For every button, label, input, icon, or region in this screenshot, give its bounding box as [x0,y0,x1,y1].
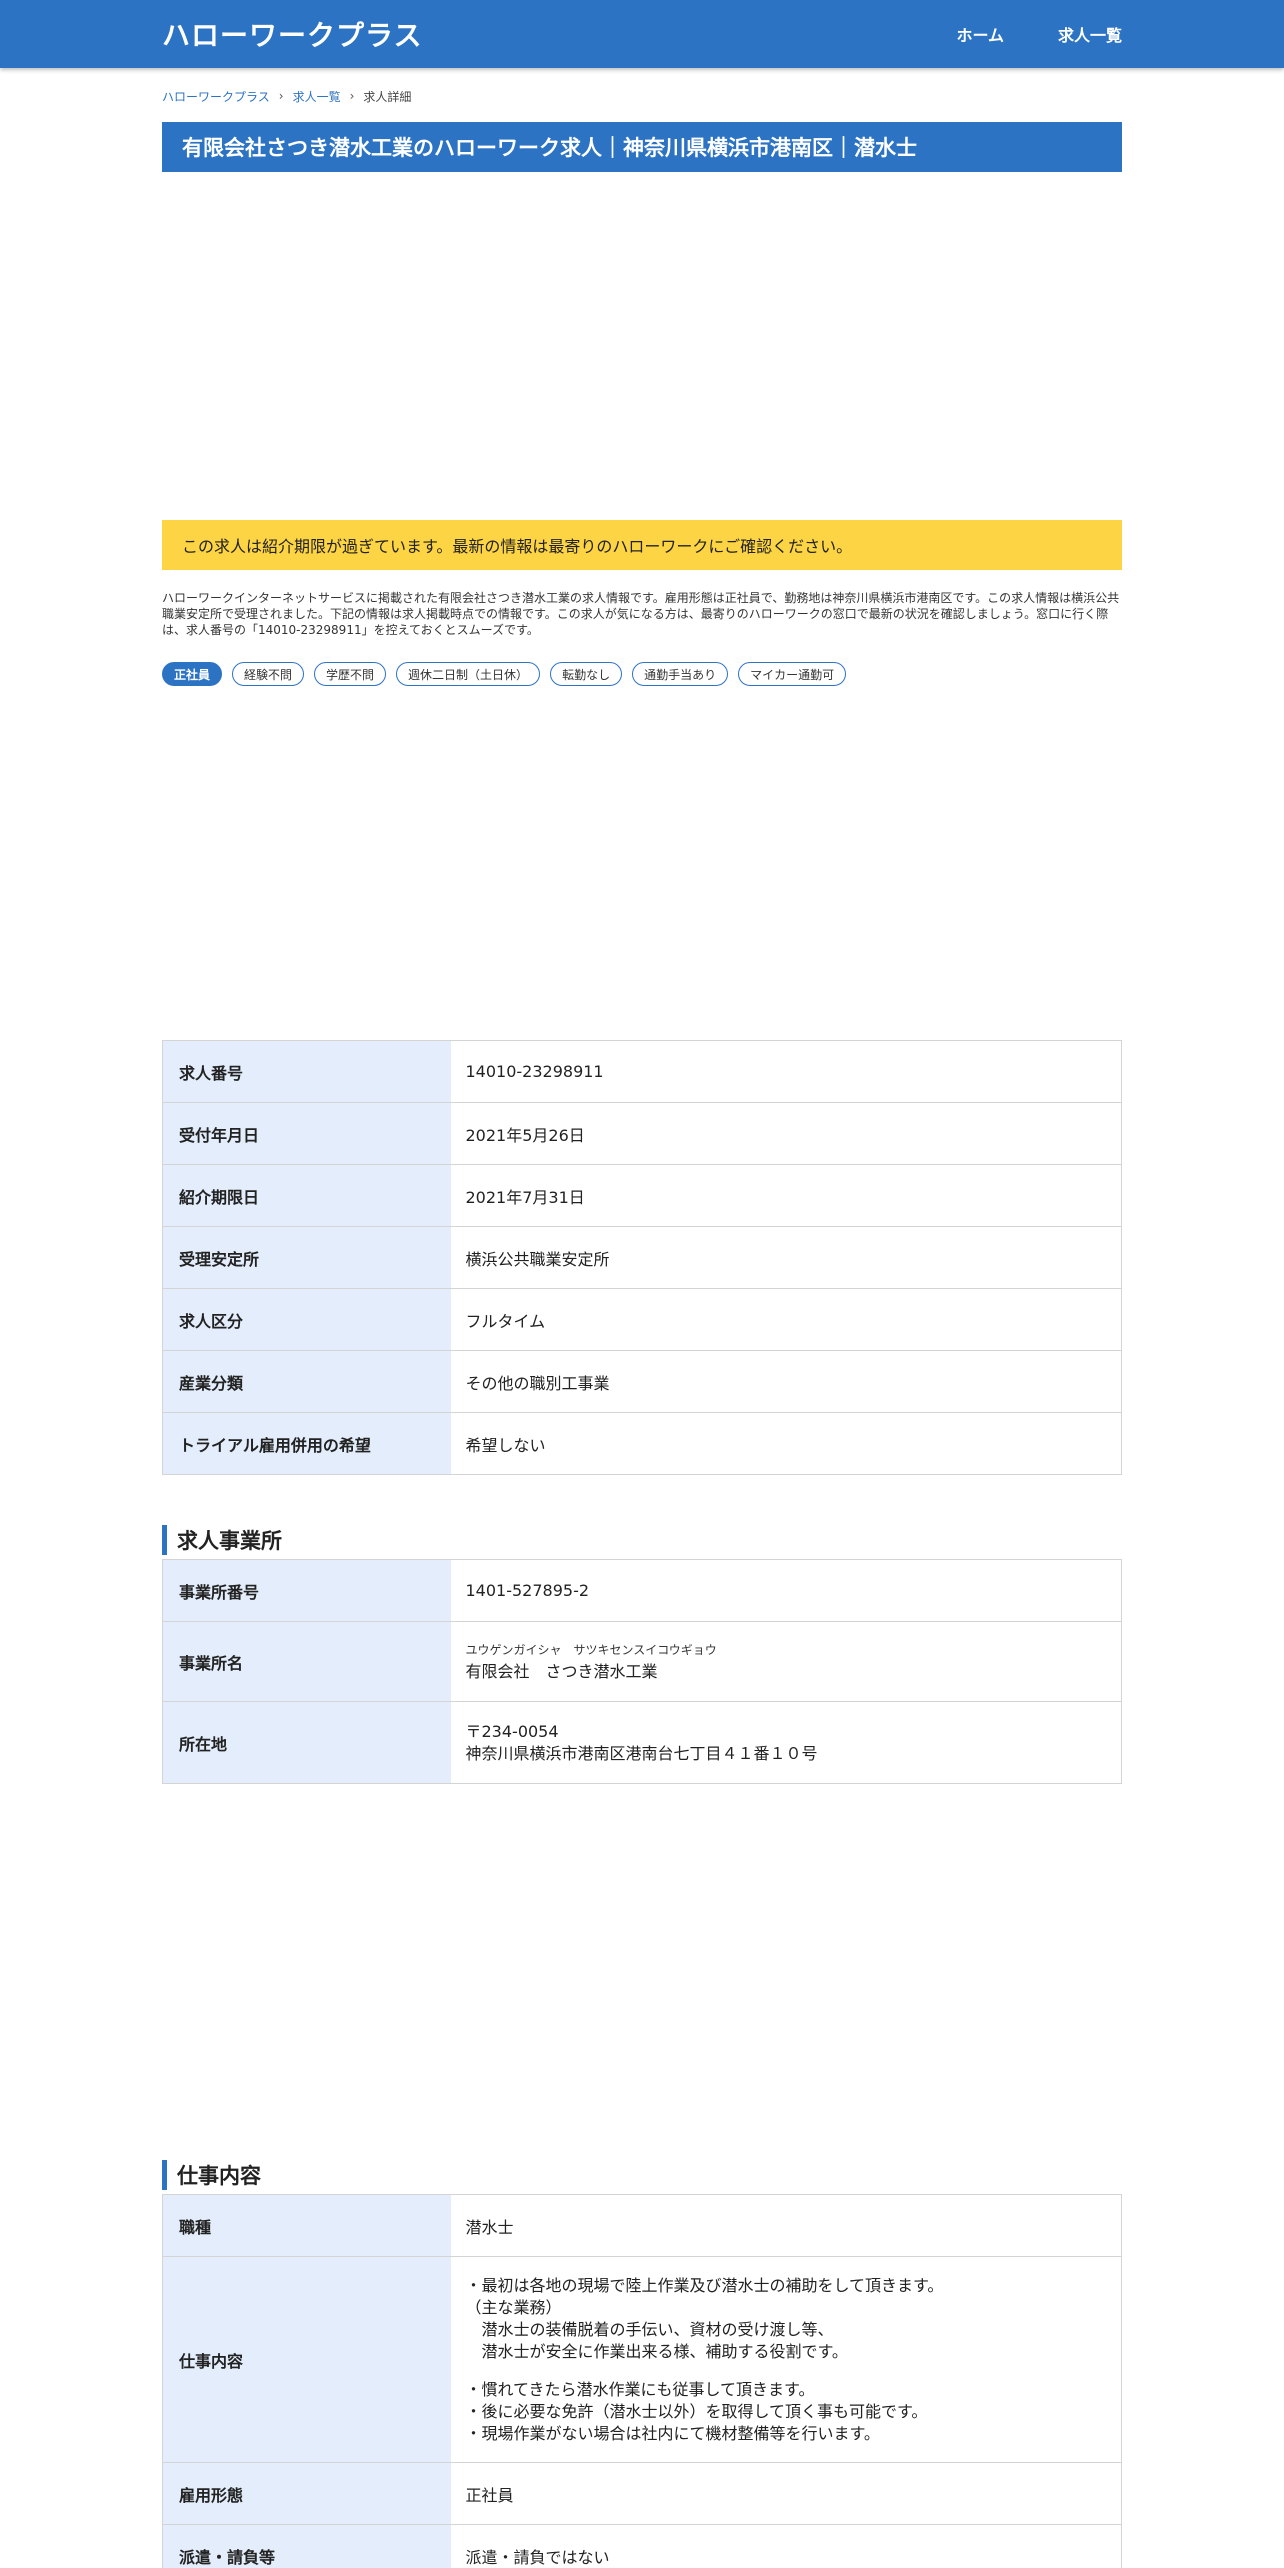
ad-space [162,1784,1122,2160]
office-number-value: 1401-527895-2 [450,1559,1122,1622]
address-value: 神奈川県横浜市港南区港南台七丁目４１番１０号 [465,1743,818,1763]
table-row: トライアル雇用併用の希望 希望しない [162,1412,1122,1475]
content-line: ・現場作業がない場合は社内にて機材整備等を行います。 [465,2423,880,2443]
table-row: 仕事内容 ・最初は各地の現場で陸上作業及び潜水士の補助をして頂きます。 （主な業… [162,2256,1122,2463]
row-label: 求人番号 [162,1040,451,1103]
row-label: 所在地 [162,1701,451,1784]
table-row: 産業分類 その他の職別工事業 [162,1350,1122,1413]
row-label: 仕事内容 [162,2256,451,2463]
industry-value: その他の職別工事業 [450,1350,1122,1413]
section-heading-office: 求人事業所 [162,1525,1122,1555]
breadcrumb-current: 求人詳細 [363,89,412,104]
tag-list: 正社員 経験不問 学歴不問 週休二日制（土日休） 転勤なし 通勤手当あり マイカ… [162,662,1122,686]
table-row: 事業所番号 1401-527895-2 [162,1559,1122,1622]
content-line: 潜水士の装備脱着の手伝い、資材の受け渡し等、 [465,2319,834,2339]
row-label: 紹介期限日 [162,1164,451,1227]
content-line: ・後に必要な免許（潜水士以外）を取得して頂く事も可能です。 [465,2401,928,2421]
row-label: 雇用形態 [162,2462,451,2525]
office-value: 横浜公共職業安定所 [450,1226,1122,1289]
tag: 学歴不問 [314,662,387,686]
content-line: ・慣れてきたら潜水作業にも従事して頂きます。 [465,2379,815,2399]
chevron-right-icon: › [278,89,284,103]
tag-employment-type: 正社員 [162,662,223,686]
category-value: フルタイム [450,1288,1122,1351]
job-content-cell: ・最初は各地の現場で陸上作業及び潜水士の補助をして頂きます。 （主な業務） 潜水… [450,2256,1122,2463]
table-row: 雇用形態 正社員 [162,2462,1122,2525]
tag: 転勤なし [550,662,623,686]
content-line: ・最初は各地の現場で陸上作業及び潜水士の補助をして頂きます。 [465,2275,944,2295]
section-heading-job: 仕事内容 [162,2160,1122,2190]
job-number-value: 14010-23298911 [450,1040,1122,1103]
table-row: 求人番号 14010-23298911 [162,1040,1122,1103]
site-header: ハローワークプラス ホーム 求人一覧 [0,0,1284,68]
tag: 通勤手当あり [632,662,729,686]
content-line [466,2363,1107,2379]
site-logo[interactable]: ハローワークプラス [162,14,422,54]
nav-job-list-link[interactable]: 求人一覧 [1058,22,1122,46]
deadline-value: 2021年7月31日 [450,1164,1122,1227]
expired-notice: この求人は紹介期限が過ぎています。最新の情報は最寄りのハローワークにご確認くださ… [162,520,1122,570]
table-row: 事業所名 ユウゲンガイシャ サツキセンスイコウギョウ 有限会社 さつき潜水工業 [162,1621,1122,1702]
table-row: 所在地 〒234-0054 神奈川県横浜市港南区港南台七丁目４１番１０号 [162,1701,1122,1784]
office-name-cell: ユウゲンガイシャ サツキセンスイコウギョウ 有限会社 さつき潜水工業 [450,1621,1122,1702]
table-row: 派遣・請負等 派遣・請負ではない [162,2524,1122,2568]
row-label: 事業所番号 [162,1559,451,1622]
trial-employment-value: 希望しない [450,1412,1122,1475]
office-name-value: 有限会社 さつき潜水工業 [465,1661,658,1681]
row-label: 受理安定所 [162,1226,451,1289]
content-line: （主な業務） [465,2297,562,2317]
table-row: 紹介期限日 2021年7月31日 [162,1164,1122,1227]
dispatch-value: 派遣・請負ではない [450,2524,1122,2568]
row-label: トライアル雇用併用の希望 [162,1412,451,1475]
content-line: 潜水士が安全に作業出来る様、補助する役割です。 [465,2341,848,2361]
tag: マイカー通勤可 [738,662,847,686]
row-label: 産業分類 [162,1350,451,1413]
job-type-value: 潜水士 [450,2194,1122,2257]
office-name-kana: ユウゲンガイシャ サツキセンスイコウギョウ [465,1642,717,1657]
tag: 週休二日制（土日休） [396,662,541,686]
row-label: 派遣・請負等 [162,2524,451,2568]
main-nav: ホーム 求人一覧 [956,22,1122,46]
ad-space [162,172,1122,520]
page-title: 有限会社さつき潜水工業のハローワーク求人｜神奈川県横浜市港南区｜潜水士 [162,122,1122,172]
table-row: 職種 潜水士 [162,2194,1122,2257]
breadcrumb: ハローワークプラス › 求人一覧 › 求人詳細 [162,86,1122,106]
table-row: 受理安定所 横浜公共職業安定所 [162,1226,1122,1289]
table-row: 受付年月日 2021年5月26日 [162,1102,1122,1165]
basic-info-table: 求人番号 14010-23298911 受付年月日 2021年5月26日 紹介期… [162,1040,1122,1475]
tag: 経験不問 [232,662,305,686]
row-label: 求人区分 [162,1288,451,1351]
intro-text: ハローワークインターネットサービスに掲載された有限会社さつき潜水工業の求人情報で… [162,591,1120,637]
breadcrumb-job-list[interactable]: 求人一覧 [293,88,341,105]
nav-home-link[interactable]: ホーム [956,22,1004,46]
employment-type-value: 正社員 [450,2462,1122,2525]
received-date-value: 2021年5月26日 [450,1102,1122,1165]
address-cell: 〒234-0054 神奈川県横浜市港南区港南台七丁目４１番１０号 [450,1701,1122,1784]
office-info-table: 事業所番号 1401-527895-2 事業所名 ユウゲンガイシャ サツキセンス… [162,1559,1122,1784]
job-info-table: 職種 潜水士 仕事内容 ・最初は各地の現場で陸上作業及び潜水士の補助をして頂きま… [162,2194,1122,2568]
row-label: 事業所名 [162,1621,451,1702]
table-row: 求人区分 フルタイム [162,1288,1122,1351]
row-label: 受付年月日 [162,1102,451,1165]
postal-code: 〒234-0054 [465,1721,559,1741]
breadcrumb-home[interactable]: ハローワークプラス [162,88,270,105]
chevron-right-icon: › [349,89,355,103]
ad-space [162,686,1122,1040]
row-label: 職種 [162,2194,451,2257]
